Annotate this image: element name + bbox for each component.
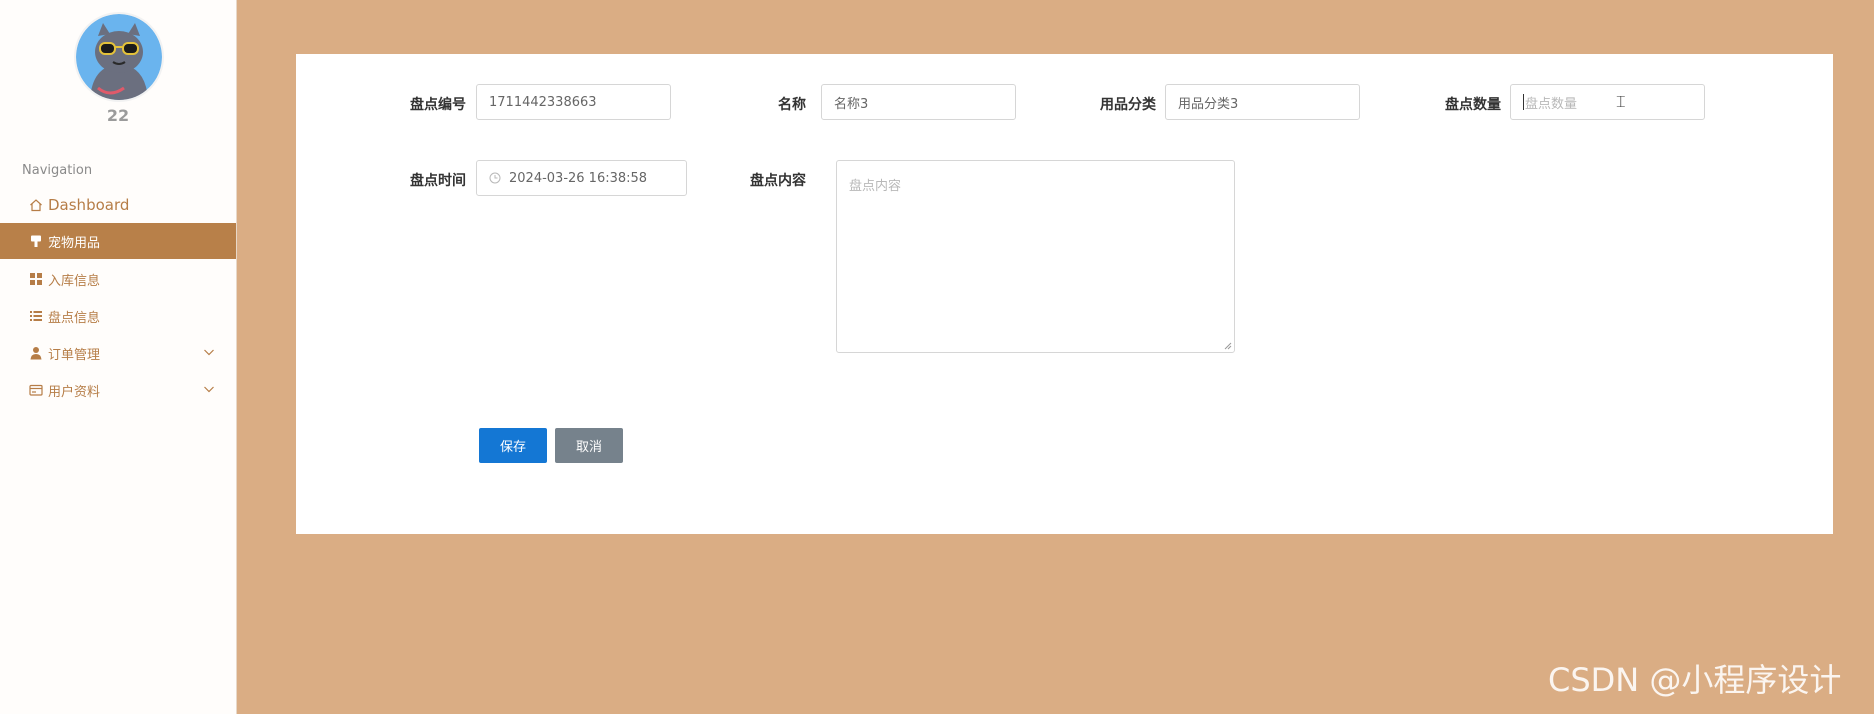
- sidebar: 22 Navigation Dashboard 宠物用品 入库信息 盘点信息 订…: [0, 0, 237, 714]
- name-label: 名称: [778, 97, 806, 113]
- chevron-down-icon: [202, 382, 216, 396]
- category-label: 用品分类: [1100, 97, 1156, 113]
- nav-item-stock-in[interactable]: 入库信息: [0, 261, 236, 297]
- list-icon: [29, 309, 43, 323]
- nav-item-user-profile[interactable]: 用户资料: [0, 372, 236, 408]
- cancel-button[interactable]: 取消: [555, 428, 623, 463]
- avatar[interactable]: [74, 12, 164, 102]
- save-button[interactable]: 保存: [479, 428, 547, 463]
- nav-item-label: Dashboard: [48, 196, 130, 214]
- nav-title: Navigation: [22, 163, 93, 178]
- username: 22: [106, 106, 130, 125]
- name-field[interactable]: 名称3: [821, 84, 1016, 120]
- time-field[interactable]: 2024-03-26 16:38:58: [476, 160, 687, 196]
- card-icon: [29, 383, 43, 397]
- nav-item-pet-supplies[interactable]: 宠物用品: [0, 223, 236, 259]
- brush-icon: [29, 234, 43, 248]
- quantity-label: 盘点数量: [1445, 97, 1501, 113]
- resize-handle-icon[interactable]: [1224, 342, 1232, 350]
- nav-item-label: 宠物用品: [48, 235, 101, 251]
- home-icon: [29, 198, 43, 212]
- content-placeholder: 盘点内容: [849, 179, 902, 194]
- chevron-down-icon: [202, 345, 216, 359]
- clock-icon: [489, 172, 501, 184]
- time-value: 2024-03-26 16:38:58: [509, 170, 648, 186]
- nav-item-label: 用户资料: [48, 384, 101, 400]
- person-icon: [29, 346, 43, 360]
- form-card: 盘点编号 1711442338663 名称 名称3 用品分类 用品分类3 盘点数…: [296, 54, 1833, 534]
- category-field[interactable]: 用品分类3: [1165, 84, 1360, 120]
- text-caret: [1523, 94, 1524, 110]
- nav-item-label: 盘点信息: [48, 310, 101, 326]
- code-field[interactable]: 1711442338663: [476, 84, 671, 120]
- grid-icon: [29, 272, 43, 286]
- nav-item-inventory[interactable]: 盘点信息: [0, 298, 236, 334]
- content-textarea[interactable]: 盘点内容: [836, 160, 1235, 353]
- content-label: 盘点内容: [750, 173, 806, 189]
- time-label: 盘点时间: [410, 173, 466, 189]
- nav-item-label: 入库信息: [48, 273, 101, 289]
- quantity-placeholder: 盘点数量: [1525, 96, 1578, 112]
- watermark: CSDN @小程序设计: [1548, 661, 1842, 699]
- nav-item-label: 订单管理: [48, 347, 101, 363]
- nav-item-orders[interactable]: 订单管理: [0, 335, 236, 371]
- quantity-field[interactable]: 盘点数量: [1510, 84, 1705, 120]
- text-cursor-icon: ⌶: [1616, 92, 1626, 111]
- nav-item-dashboard[interactable]: Dashboard: [0, 187, 236, 223]
- code-label: 盘点编号: [410, 97, 466, 113]
